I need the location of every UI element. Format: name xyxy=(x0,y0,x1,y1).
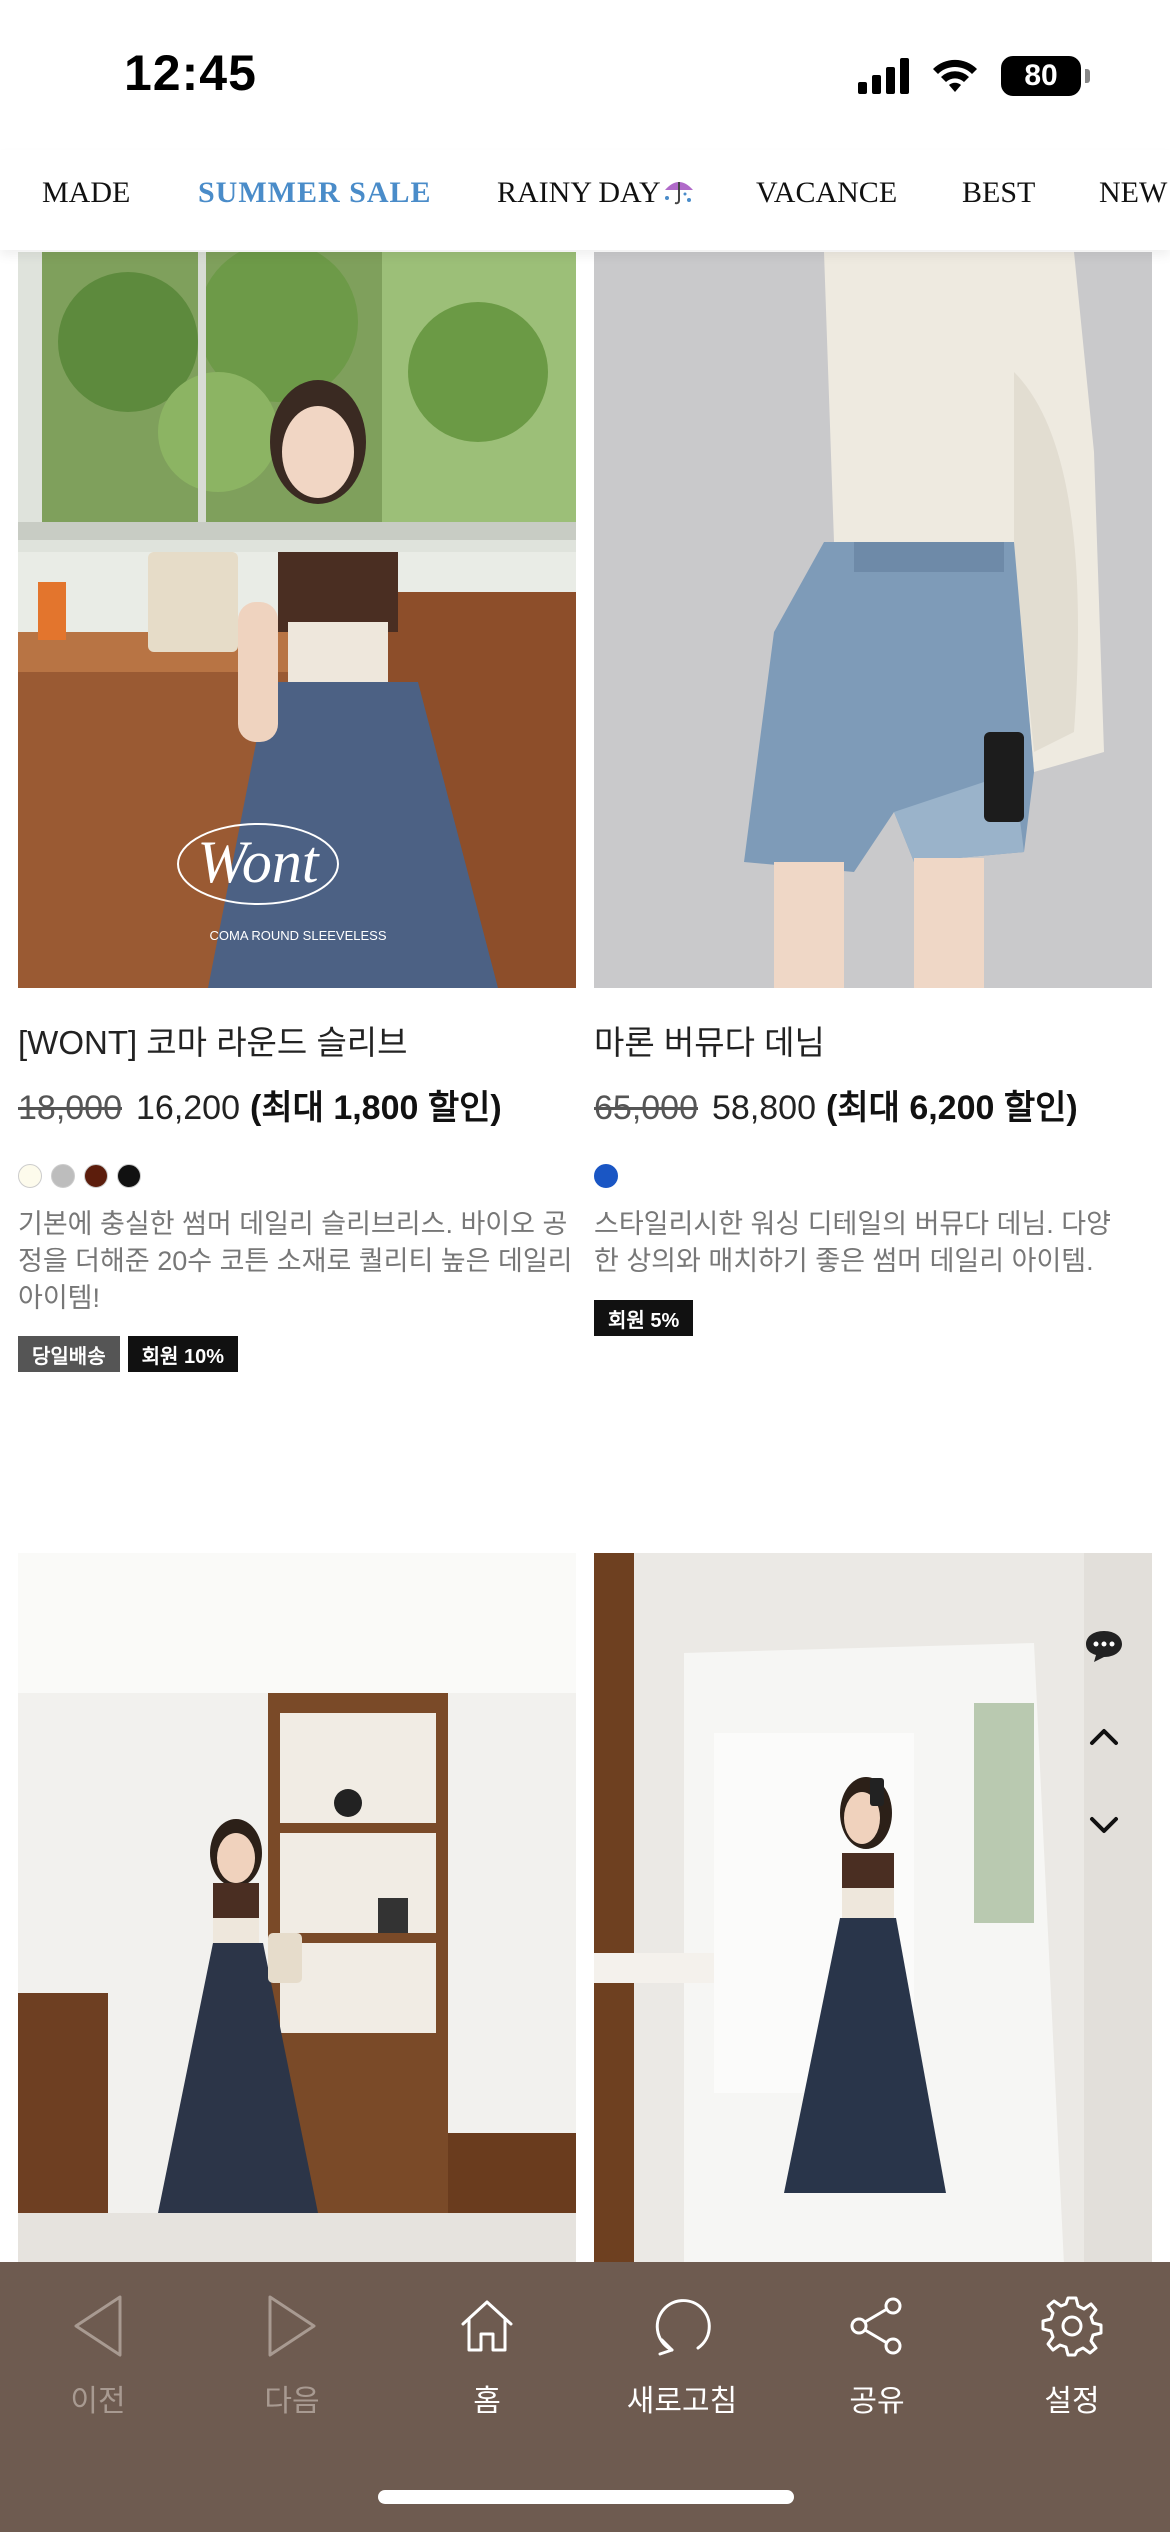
category-summer-sale[interactable]: SUMMER SALE xyxy=(198,176,432,210)
chevron-up-icon xyxy=(1090,1729,1118,1745)
chevron-down-icon xyxy=(1090,1817,1118,1833)
share-icon xyxy=(850,2297,902,2355)
category-made[interactable]: MADE xyxy=(42,176,130,210)
home-button[interactable]: 홈 xyxy=(407,2286,567,2420)
forward-triangle-icon xyxy=(268,2295,316,2357)
home-indicator xyxy=(378,2490,794,2504)
product-photo-woman-skirt-room xyxy=(18,1553,576,2265)
forward-label: 다음 xyxy=(264,2385,320,2418)
badge-group: 당일배송 회원 10% xyxy=(18,1336,238,1372)
product-card-coma-sleeveless[interactable]: Wont COMA ROUND SLEEVELESS [WONT] 코마 라운드… xyxy=(18,252,576,1392)
scroll-up-button[interactable] xyxy=(1078,1710,1130,1762)
category-new[interactable]: NEW xyxy=(1099,176,1167,210)
product-photo-denim-shorts xyxy=(594,252,1152,988)
cellular-signal-icon xyxy=(858,58,909,94)
sale-price: 58,800 xyxy=(712,1089,816,1127)
price-row: 65,000 58,800 (최대 6,200 할인) xyxy=(594,1080,1078,1129)
product-description: 기본에 충실한 썸머 데일리 슬리브리스. 바이오 공정을 더해준 20수 코튼… xyxy=(18,1209,573,1313)
battery-nub xyxy=(1085,69,1090,83)
back-triangle-icon xyxy=(74,2295,122,2357)
share-button[interactable]: 공유 xyxy=(797,2286,957,2420)
scroll-down-button[interactable] xyxy=(1078,1800,1130,1852)
category-rainy-day[interactable]: RAINY DAY xyxy=(497,176,697,210)
product-image-logo: Wont xyxy=(197,829,319,895)
product-card-fourth[interactable] xyxy=(594,1553,1152,2265)
category-best[interactable]: BEST xyxy=(962,176,1035,210)
discount-text: (최대 1,800 할인) xyxy=(250,1089,502,1127)
status-indicators: 80 xyxy=(858,56,1090,96)
discount-text: (최대 6,200 할인) xyxy=(826,1089,1078,1127)
product-image[interactable] xyxy=(594,1553,1152,2265)
share-label: 공유 xyxy=(849,2385,905,2418)
refresh-label: 새로고침 xyxy=(626,2385,738,2418)
gear-icon xyxy=(1041,2296,1103,2357)
original-price: 18,000 xyxy=(18,1089,122,1127)
forward-button[interactable]: 다음 xyxy=(212,2286,372,2420)
color-swatch-black xyxy=(117,1164,141,1188)
home-icon xyxy=(461,2300,513,2352)
product-description: 스타일리시한 워싱 디테일의 버뮤다 데님. 다양한 상의와 매치하기 좋은 썸… xyxy=(594,1209,1111,1276)
badge-member-discount: 회원 10% xyxy=(127,1336,238,1372)
back-button[interactable]: 이전 xyxy=(18,2286,178,2420)
color-swatch-blue xyxy=(594,1164,618,1188)
color-swatches xyxy=(18,1164,141,1188)
badge-member-discount: 회원 5% xyxy=(594,1300,694,1336)
status-time: 12:45 xyxy=(124,45,257,101)
color-swatch-ivory xyxy=(18,1164,42,1188)
badge-same-day-delivery: 당일배송 xyxy=(18,1336,120,1372)
battery-icon: 80 xyxy=(1001,56,1081,96)
home-label: 홈 xyxy=(473,2385,501,2418)
product-photo-woman-sleeveless: Wont COMA ROUND SLEEVELESS xyxy=(18,252,576,988)
refresh-button[interactable]: 새로고침 xyxy=(602,2286,762,2420)
back-label: 이전 xyxy=(70,2385,126,2418)
original-price: 65,000 xyxy=(594,1089,698,1127)
product-name[interactable]: [WONT] 코마 라운드 슬리브 xyxy=(18,1016,408,1064)
product-image[interactable] xyxy=(594,252,1152,988)
product-image[interactable] xyxy=(18,1553,576,2265)
product-photo-mirror-selfie xyxy=(594,1553,1152,2265)
color-swatch-brown xyxy=(84,1164,108,1188)
color-swatch-gray xyxy=(51,1164,75,1188)
price-row: 18,000 16,200 (최대 1,800 할인) xyxy=(18,1080,502,1129)
status-bar: 12:45 80 xyxy=(0,0,1170,150)
battery-level: 80 xyxy=(1024,59,1058,92)
umbrella-icon xyxy=(664,182,693,205)
chat-button[interactable] xyxy=(1078,1620,1130,1672)
product-card-bermuda-denim[interactable]: 마론 버뮤다 데님 65,000 58,800 (최대 6,200 할인) 스타일리… xyxy=(594,252,1152,1392)
category-vacance[interactable]: VACANCE xyxy=(756,176,897,210)
product-image-caption: COMA ROUND SLEEVELESS xyxy=(210,928,387,943)
wifi-icon xyxy=(933,59,977,92)
color-swatches xyxy=(594,1164,618,1188)
settings-button[interactable]: 설정 xyxy=(992,2286,1152,2420)
product-card-third[interactable] xyxy=(18,1553,576,2265)
chat-bubble-icon xyxy=(1086,1631,1122,1662)
category-nav: MADE SUMMER SALE RAINY DAY VACANCE BEST … xyxy=(0,150,1170,250)
sale-price: 16,200 xyxy=(136,1089,240,1127)
refresh-icon xyxy=(655,2299,711,2356)
product-name[interactable]: 마론 버뮤다 데님 xyxy=(594,1016,825,1064)
product-image[interactable]: Wont COMA ROUND SLEEVELESS xyxy=(18,252,576,988)
badge-group: 회원 5% xyxy=(594,1300,694,1336)
settings-label: 설정 xyxy=(1044,2385,1100,2418)
category-rainy-day-label: RAINY DAY xyxy=(497,176,661,209)
